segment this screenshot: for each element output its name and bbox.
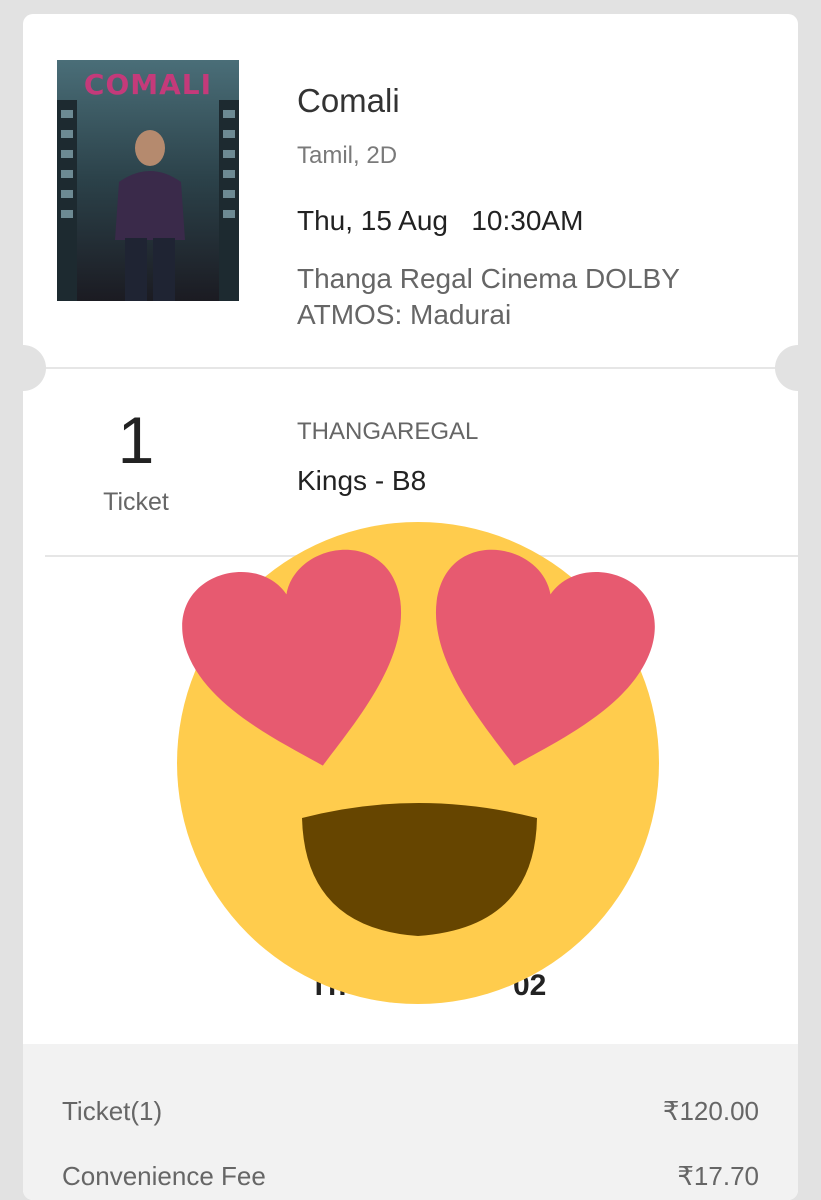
summary-row-convenience-fee: Convenience Fee ₹17.70 (62, 1161, 759, 1192)
show-date: Thu, 15 Aug (297, 205, 449, 236)
summary-label: Convenience Fee (62, 1161, 266, 1191)
ticket-notch-left (23, 345, 46, 391)
divider (23, 367, 798, 369)
ticket-notch-right (775, 345, 798, 391)
ticket-count-label: Ticket (103, 488, 169, 516)
venue-name: Thanga Regal Cinema DOLBY ATMOS: Madurai (297, 263, 680, 330)
payment-summary: Ticket(1) ₹120.00 Convenience Fee ₹17.70 (23, 1044, 798, 1200)
ticket-count: 1 (117, 403, 155, 477)
heart-eyes-emoji-icon (177, 522, 659, 1004)
poster-title-text: COMALI (83, 68, 213, 101)
summary-amount: ₹17.70 (677, 1161, 759, 1191)
seat-info: Kings - B8 (297, 465, 427, 496)
movie-language-format: Tamil, 2D (297, 142, 398, 169)
movie-title: Comali (297, 82, 400, 119)
screen-name: THANGAREGAL (297, 418, 479, 445)
show-date-time: Thu, 15 Aug 10:30AM (297, 205, 583, 237)
show-time: 10:30AM (471, 205, 584, 236)
summary-row-ticket: Ticket(1) ₹120.00 (62, 1096, 759, 1127)
movie-poster[interactable]: COMALI (57, 60, 239, 301)
summary-label: Ticket(1) (62, 1096, 163, 1126)
summary-amount: ₹120.00 (662, 1096, 759, 1126)
